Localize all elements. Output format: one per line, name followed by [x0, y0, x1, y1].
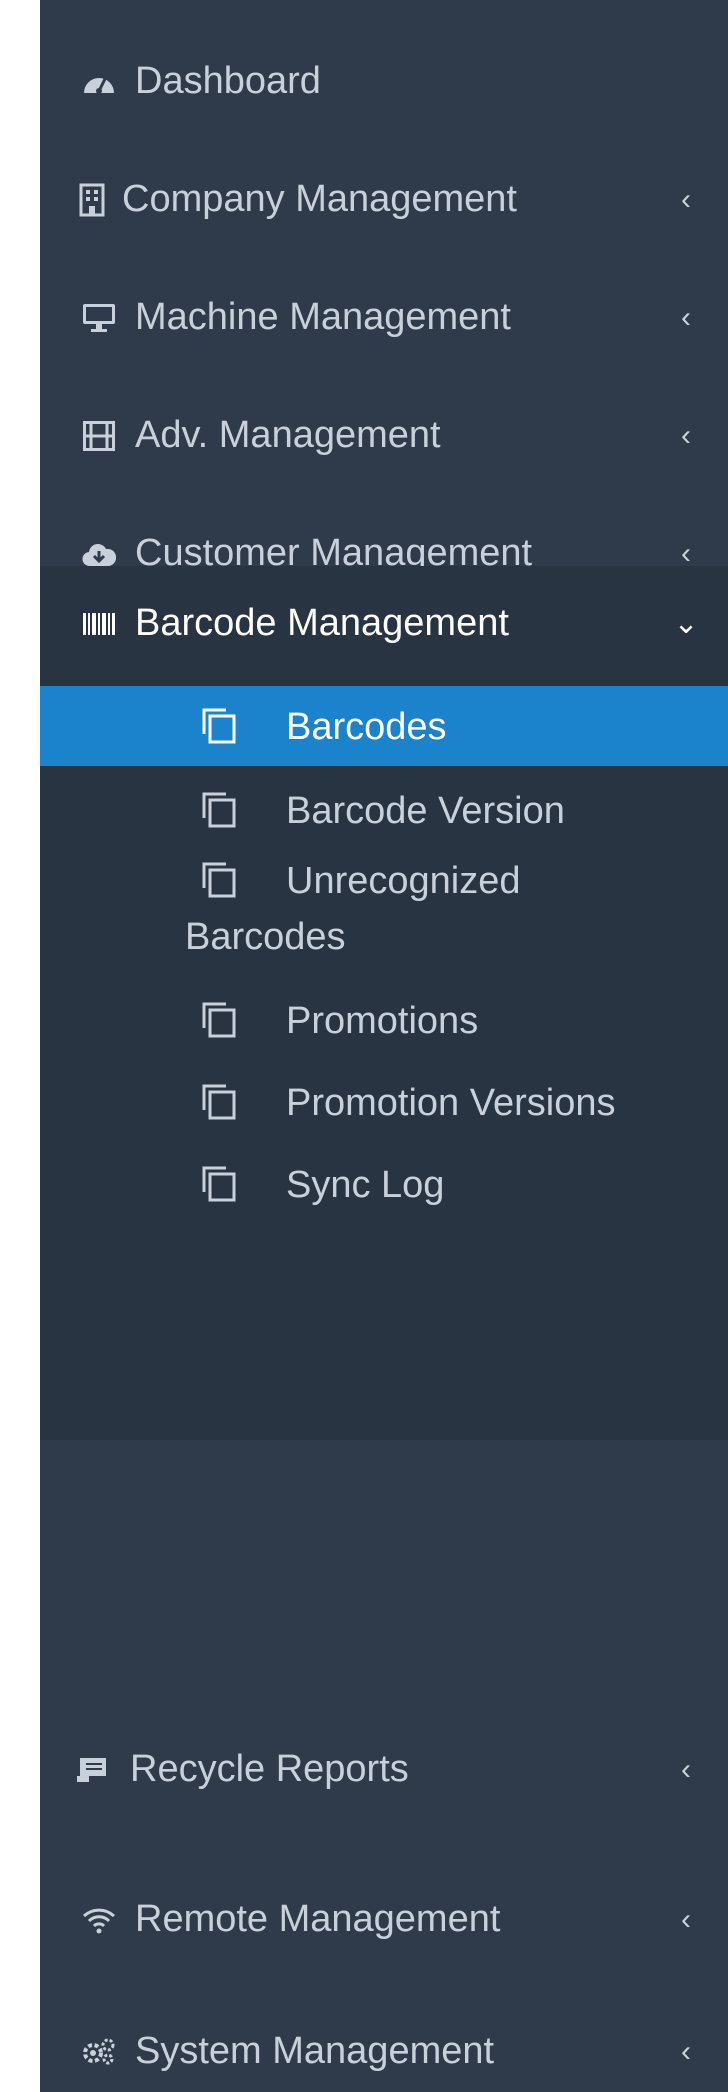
- submenu-item-label: Barcodes: [286, 706, 447, 748]
- submenu-group: Barcodes Barcode Version Unrecognized Ba…: [40, 682, 728, 1440]
- submenu-item-unrecognized-barcodes[interactable]: Unrecognized Barcodes: [40, 854, 728, 982]
- menu-item-label: Barcode Management: [135, 602, 509, 644]
- chevron-left-icon: ‹: [681, 1752, 691, 1786]
- menu-item-recycle-reports[interactable]: Recycle Reports ‹: [40, 1748, 728, 1791]
- barcode-icon: [77, 604, 121, 644]
- submenu-item-label: Sync Log: [286, 1164, 445, 1206]
- submenu-item-sync-log[interactable]: Sync Log: [40, 1146, 728, 1228]
- chevron-left-icon: ‹: [681, 300, 691, 334]
- menu-item-label: Machine Management: [135, 296, 511, 338]
- chevron-left-icon: ‹: [681, 2034, 691, 2068]
- wifi-icon: [77, 1900, 121, 1940]
- menu-item-system-management[interactable]: System Management ‹: [40, 2030, 728, 2073]
- copy-icon: [200, 1082, 238, 1132]
- chevron-left-icon: ‹: [681, 1902, 691, 1936]
- menu-item-dashboard[interactable]: Dashboard: [40, 60, 728, 103]
- menu-item-company-management[interactable]: Company Management ‹: [40, 178, 728, 221]
- submenu-item-promotion-versions[interactable]: Promotion Versions: [40, 1064, 728, 1146]
- submenu-item-label: Unrecognized: [286, 860, 521, 902]
- submenu-item-label-line2: Barcodes: [185, 916, 346, 958]
- menu-item-barcode-management[interactable]: Barcode Management ⌄: [40, 602, 728, 645]
- submenu-item-label: Promotion Versions: [286, 1082, 616, 1124]
- menu-item-remote-management[interactable]: Remote Management ‹: [40, 1898, 728, 1941]
- copy-icon: [200, 860, 238, 910]
- sidebar-menu: Dashboard Company Management ‹ Machine M…: [40, 0, 728, 2092]
- chevron-left-icon: ‹: [681, 418, 691, 452]
- menu-item-label: Remote Management: [135, 1898, 501, 1940]
- menu-item-label: Adv. Management: [135, 414, 441, 456]
- menu-item-label: Dashboard: [135, 60, 321, 102]
- report-icon: [70, 1750, 114, 1790]
- copy-icon: [200, 706, 238, 756]
- copy-icon: [200, 1164, 238, 1214]
- submenu-item-barcode-version[interactable]: Barcode Version: [40, 772, 728, 854]
- building-icon: [70, 180, 114, 220]
- copy-icon: [200, 790, 238, 840]
- chevron-left-icon: ‹: [681, 182, 691, 216]
- copy-icon: [200, 1000, 238, 1050]
- menu-item-label: Recycle Reports: [130, 1748, 409, 1790]
- monitor-icon: [77, 298, 121, 338]
- dashboard-icon: [77, 62, 121, 102]
- film-icon: [77, 416, 121, 456]
- submenu-item-label: Promotions: [286, 1000, 479, 1042]
- chevron-down-icon: ⌄: [673, 607, 699, 640]
- menu-item-label: Company Management: [122, 178, 517, 220]
- menu-item-machine-management[interactable]: Machine Management ‹: [40, 296, 728, 339]
- submenu-item-promotions[interactable]: Promotions: [40, 982, 728, 1064]
- gears-icon: [77, 2032, 121, 2072]
- menu-item-label: System Management: [135, 2030, 495, 2072]
- submenu-item-barcodes[interactable]: Barcodes: [40, 686, 728, 766]
- menu-item-adv-management[interactable]: Adv. Management ‹: [40, 414, 728, 457]
- submenu-item-label: Barcode Version: [286, 790, 565, 832]
